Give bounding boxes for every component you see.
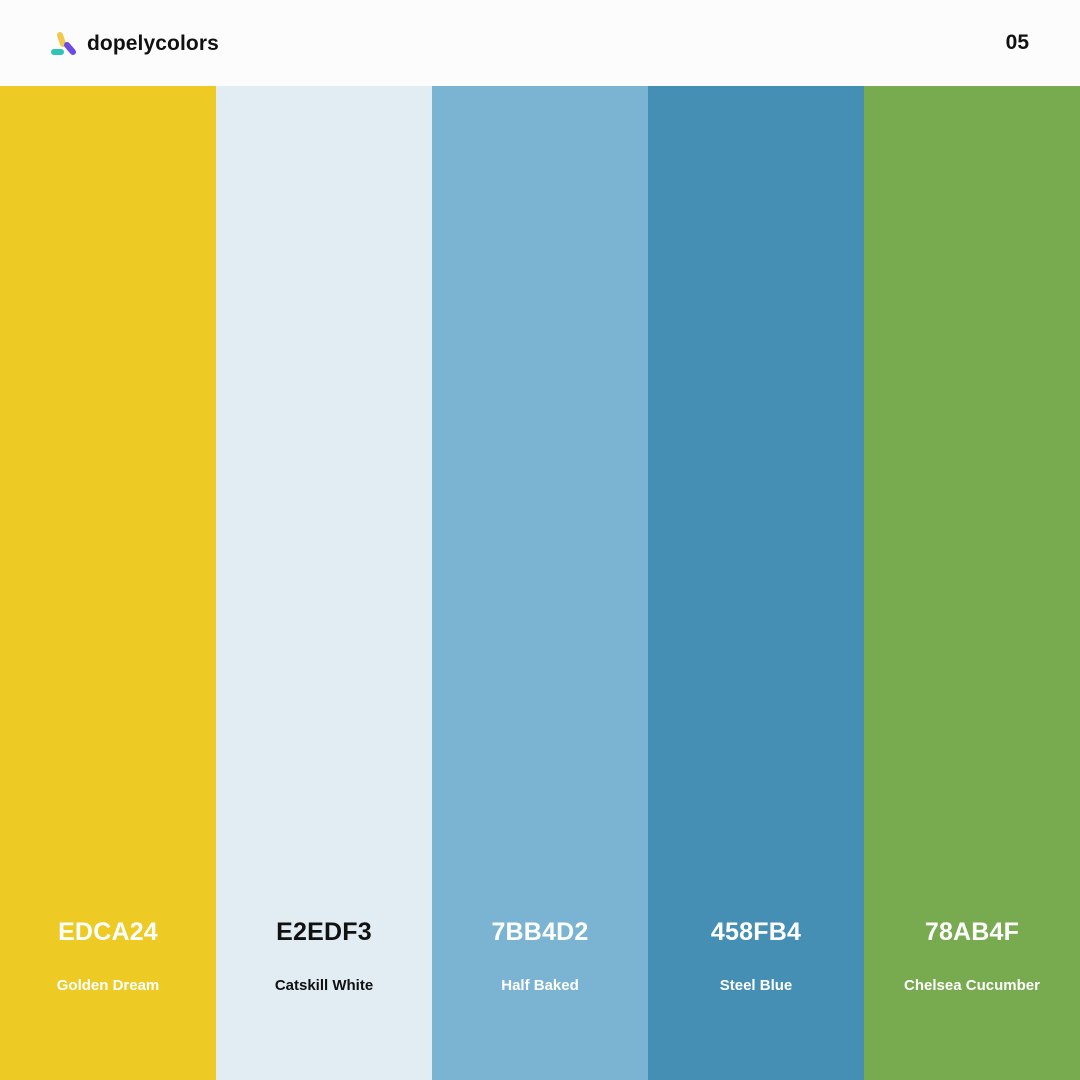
color-swatch-catskill-white[interactable]: E2EDF3 Catskill White: [216, 86, 432, 1080]
color-swatch-steel-blue[interactable]: 458FB4 Steel Blue: [648, 86, 864, 1080]
color-swatch-golden-dream[interactable]: EDCA24 Golden Dream: [0, 86, 216, 1080]
swatch-hex-code[interactable]: 78AB4F: [864, 918, 1080, 947]
page-number: 05: [1005, 31, 1029, 54]
header: dopelycolors 05: [0, 0, 1080, 86]
swatch-color-name: Half Baked: [501, 977, 579, 994]
swatch-color-name: Chelsea Cucumber: [904, 977, 1040, 994]
dopelycolors-logo-icon: [51, 32, 76, 55]
swatch-hex-code[interactable]: 458FB4: [648, 918, 864, 947]
brand-name: dopelycolors: [87, 32, 219, 55]
swatch-hex-code[interactable]: 7BB4D2: [432, 918, 648, 947]
color-palette: EDCA24 Golden Dream E2EDF3 Catskill Whit…: [0, 86, 1080, 1080]
swatch-color-name: Golden Dream: [56, 977, 160, 994]
swatch-color-name: Catskill White: [274, 977, 374, 994]
swatch-hex-code[interactable]: EDCA24: [0, 918, 216, 947]
brand[interactable]: dopelycolors: [50, 28, 219, 60]
swatch-color-name: Steel Blue: [719, 977, 793, 994]
swatch-hex-code[interactable]: E2EDF3: [216, 918, 432, 947]
color-swatch-chelsea-cucumber[interactable]: 78AB4F Chelsea Cucumber: [864, 86, 1080, 1080]
color-swatch-half-baked[interactable]: 7BB4D2 Half Baked: [432, 86, 648, 1080]
